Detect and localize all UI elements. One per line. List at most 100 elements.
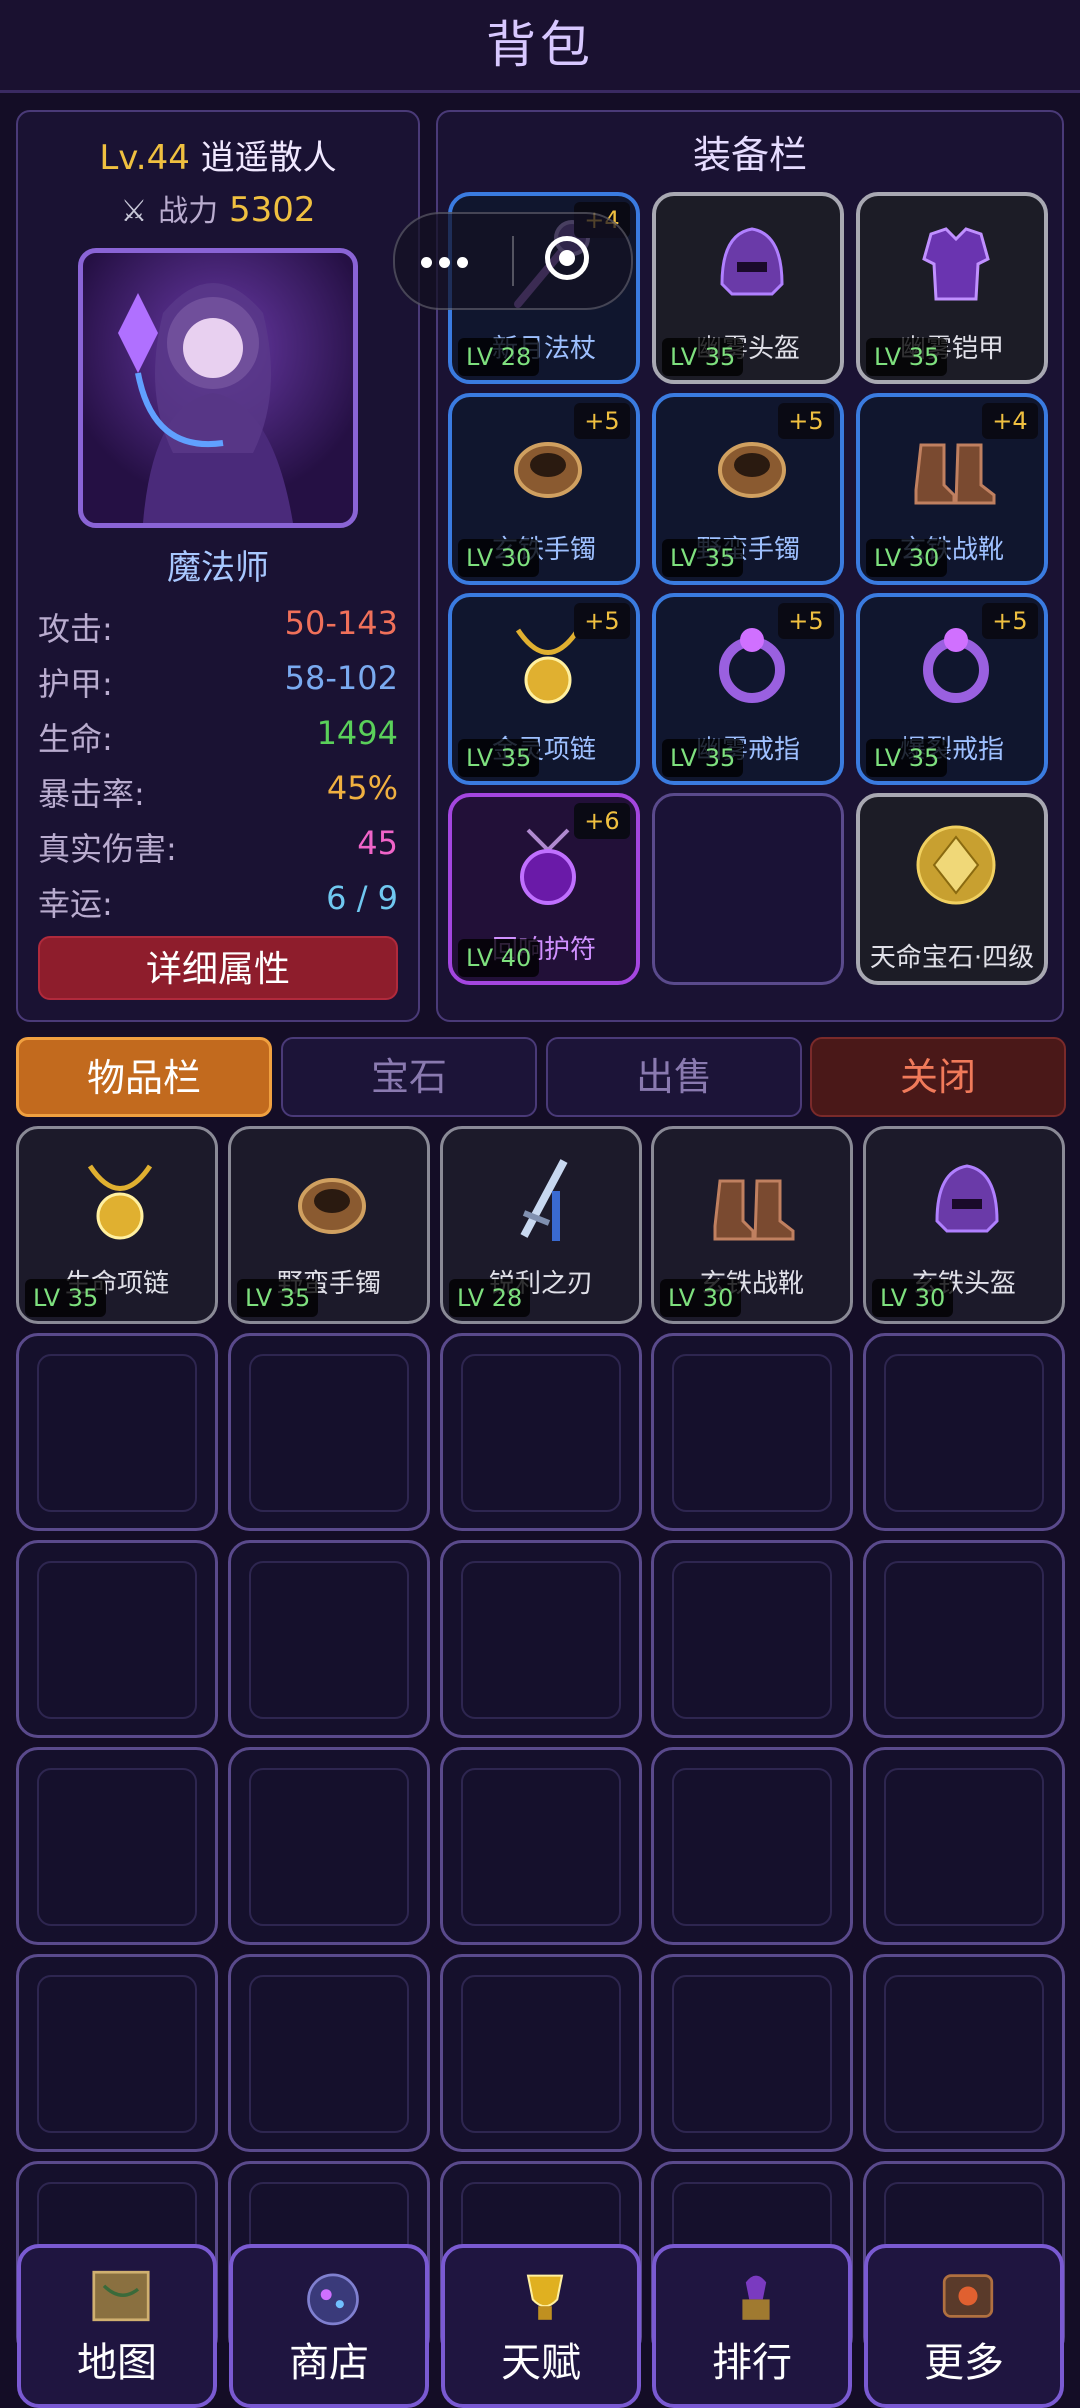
inventory-slot-empty[interactable] xyxy=(228,1540,430,1738)
slot-frame xyxy=(461,1561,621,1719)
equip-slot[interactable]: +5 野蛮手镯 LV 35 xyxy=(652,393,844,585)
inventory-slot-empty[interactable] xyxy=(16,1333,218,1531)
inventory-item-level: LV 35 xyxy=(237,1279,319,1317)
hero-name: 逍遥散人 xyxy=(200,138,337,178)
nav-shop[interactable]: 商店 xyxy=(229,2244,429,2408)
talent-icon xyxy=(511,2262,579,2330)
inventory-slot-empty[interactable] xyxy=(228,1333,430,1531)
inventory-slot-empty[interactable] xyxy=(651,1540,853,1738)
equip-slot[interactable]: +5 爆裂戒指 LV 35 xyxy=(856,593,1048,785)
stat-label: 幸运: xyxy=(38,885,113,923)
stat-attack: 攻击: 50-143 xyxy=(38,604,398,648)
slot-frame xyxy=(37,1354,197,1512)
equip-level: LV 35 xyxy=(458,739,540,777)
equipment-title: 装备栏 xyxy=(692,133,807,177)
enhance-badge: +5 xyxy=(778,603,834,639)
inventory-slot-empty[interactable] xyxy=(863,1747,1065,1945)
capsule-close-icon[interactable] xyxy=(545,236,589,280)
inventory-slot-empty[interactable] xyxy=(16,1954,218,2152)
slot-frame xyxy=(37,1561,197,1719)
inventory-slot-empty[interactable] xyxy=(863,1954,1065,2152)
stat-value: 6 / 9 xyxy=(326,879,398,917)
inventory-slot-empty[interactable] xyxy=(863,1540,1065,1738)
inventory-slot-empty[interactable] xyxy=(863,1333,1065,1531)
stat-value: 58-102 xyxy=(284,659,398,697)
inventory-item[interactable]: 玄铁头盔 LV 30 xyxy=(863,1126,1065,1324)
equip-slot[interactable]: +6 回响护符 LV 40 xyxy=(448,793,640,985)
stat-value: 1494 xyxy=(316,714,398,752)
equip-name: 天命宝石·四级 xyxy=(869,943,1035,973)
stat-true-damage: 真实伤害: 45 xyxy=(38,824,398,868)
equip-slot[interactable]: 幽雾头盔 LV 35 xyxy=(652,192,844,384)
inventory-slot-empty[interactable] xyxy=(440,1540,642,1738)
stat-value: 45% xyxy=(326,769,398,807)
nav-label: 排行 xyxy=(712,2340,792,2386)
nav-ranking[interactable]: 排行 xyxy=(652,2244,852,2408)
necklace-icon xyxy=(70,1151,170,1251)
nav-label: 商店 xyxy=(289,2340,369,2386)
inventory-slot-empty[interactable] xyxy=(440,1954,642,2152)
equip-level: LV 30 xyxy=(866,539,948,577)
helmet-icon xyxy=(917,1151,1017,1251)
inventory-item[interactable]: 锐利之刃 LV 28 xyxy=(440,1126,642,1324)
equip-slot[interactable]: 幽雾铠甲 LV 35 xyxy=(856,192,1048,384)
detail-attributes-button[interactable]: 详细属性 xyxy=(38,936,398,1000)
equip-slot[interactable]: +5 幽雾戒指 LV 35 xyxy=(652,593,844,785)
enhance-badge: +4 xyxy=(982,403,1038,439)
nav-label: 地图 xyxy=(77,2340,157,2386)
inventory-slot-empty[interactable] xyxy=(440,1747,642,1945)
equip-slot[interactable]: +5 玄铁手镯 LV 30 xyxy=(448,393,640,585)
slot-frame xyxy=(461,1768,621,1926)
stat-luck: 幸运: 6 / 9 xyxy=(38,879,398,923)
inventory-slot-empty[interactable] xyxy=(16,1747,218,1945)
nav-map[interactable]: 地图 xyxy=(17,2244,217,2408)
inventory-item-level: LV 28 xyxy=(449,1279,531,1317)
inventory-slot-empty[interactable] xyxy=(440,1333,642,1531)
armor-icon xyxy=(906,214,1006,314)
hero-class: 魔法师 xyxy=(167,548,269,588)
stat-value: 45 xyxy=(357,824,398,862)
equip-slot[interactable]: +5 金灵项链 LV 35 xyxy=(448,593,640,785)
tab-sell[interactable]: 出售 xyxy=(546,1037,802,1117)
stat-label: 护甲: xyxy=(38,665,113,703)
enhance-badge: +5 xyxy=(574,603,630,639)
inventory-item[interactable]: 野蛮手镯 LV 35 xyxy=(228,1126,430,1324)
menu-dot xyxy=(421,257,432,268)
slot-frame xyxy=(37,1975,197,2133)
equip-slot[interactable]: +4 玄铁战靴 LV 30 xyxy=(856,393,1048,585)
nav-more[interactable]: 更多 xyxy=(864,2244,1064,2408)
inventory-slot-empty[interactable] xyxy=(228,1747,430,1945)
equip-level: LV 35 xyxy=(866,739,948,777)
equip-level: LV 35 xyxy=(866,338,948,376)
power-value: 5302 xyxy=(229,190,316,230)
tab-gems[interactable]: 宝石 xyxy=(281,1037,537,1117)
page-title: 背包 xyxy=(486,16,594,74)
hero-portrait[interactable] xyxy=(78,248,358,528)
inventory-item[interactable]: 玄铁战靴 LV 30 xyxy=(651,1126,853,1324)
equip-slot[interactable]: 天命宝石·四级 xyxy=(856,793,1048,985)
equip-level: LV 35 xyxy=(662,338,744,376)
stat-label: 生命: xyxy=(38,720,113,758)
slot-frame xyxy=(249,1561,409,1719)
enhance-badge: +6 xyxy=(574,803,630,839)
slot-frame xyxy=(884,1768,1044,1926)
inventory-item-level: LV 35 xyxy=(25,1279,107,1317)
slot-frame xyxy=(884,1561,1044,1719)
slot-frame xyxy=(672,1768,832,1926)
inventory-item-level: LV 30 xyxy=(872,1279,954,1317)
tab-close[interactable]: 关闭 xyxy=(810,1037,1066,1117)
stat-armor: 护甲: 58-102 xyxy=(38,659,398,703)
nav-talent[interactable]: 天赋 xyxy=(441,2244,641,2408)
enhance-badge: +5 xyxy=(778,403,834,439)
crossed-swords-icon: ⚔ xyxy=(120,194,148,229)
inventory-item[interactable]: 生命项链 LV 35 xyxy=(16,1126,218,1324)
equip-level: LV 40 xyxy=(458,939,540,977)
inventory-slot-empty[interactable] xyxy=(651,1747,853,1945)
inventory-slot-empty[interactable] xyxy=(228,1954,430,2152)
equip-slot-empty[interactable] xyxy=(652,793,844,985)
tab-items[interactable]: 物品栏 xyxy=(16,1037,272,1117)
inventory-slot-empty[interactable] xyxy=(16,1540,218,1738)
inventory-slot-empty[interactable] xyxy=(651,1954,853,2152)
inventory-slot-empty[interactable] xyxy=(651,1333,853,1531)
hero-level-line: Lv.44 逍遥散人 xyxy=(16,130,420,179)
